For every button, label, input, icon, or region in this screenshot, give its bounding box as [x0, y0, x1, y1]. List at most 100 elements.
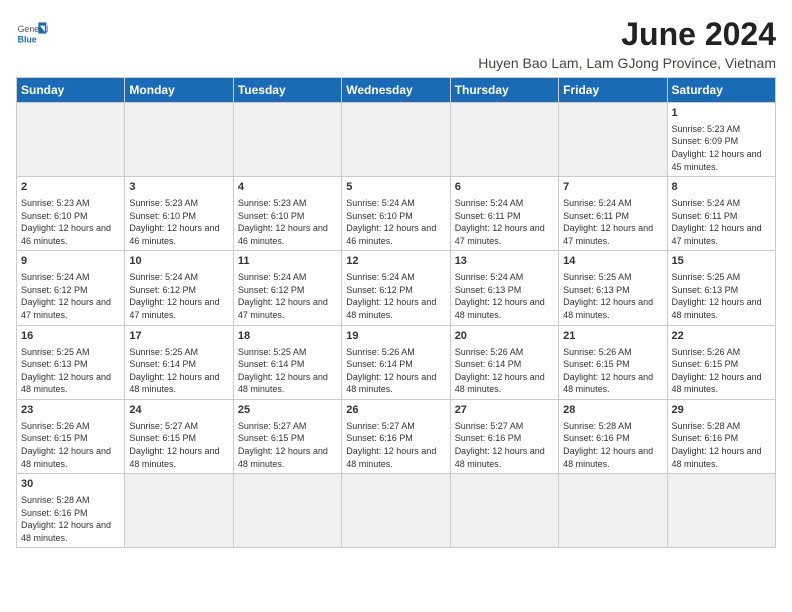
calendar-week-4: 23Sunrise: 5:26 AM Sunset: 6:15 PM Dayli… [17, 399, 776, 473]
col-header-wednesday: Wednesday [342, 78, 450, 103]
calendar-cell-0-2 [233, 103, 341, 177]
day-info: Sunrise: 5:24 AM Sunset: 6:12 PM Dayligh… [238, 271, 337, 321]
col-header-tuesday: Tuesday [233, 78, 341, 103]
calendar-week-0: 1 Sunrise: 5:23 AM Sunset: 6:09 PM Daylig… [17, 103, 776, 177]
calendar-cell-0-3 [342, 103, 450, 177]
day-info: Sunrise: 5:24 AM Sunset: 6:12 PM Dayligh… [21, 271, 120, 321]
day-info: Sunrise: 5:27 AM Sunset: 6:16 PM Dayligh… [455, 420, 554, 470]
day-info: Sunrise: 5:24 AM Sunset: 6:12 PM Dayligh… [346, 271, 445, 321]
day-info: Sunrise: 5:25 AM Sunset: 6:13 PM Dayligh… [21, 346, 120, 396]
day-info: Sunrise: 5:23 AM Sunset: 6:10 PM Dayligh… [21, 197, 120, 247]
logo: General Blue [16, 16, 48, 48]
day-info: Sunrise: 5:24 AM Sunset: 6:13 PM Dayligh… [455, 271, 554, 321]
calendar-cell-4-3: 26Sunrise: 5:27 AM Sunset: 6:16 PM Dayli… [342, 399, 450, 473]
calendar-header-row: SundayMondayTuesdayWednesdayThursdayFrid… [17, 78, 776, 103]
calendar-cell-1-4: 6Sunrise: 5:24 AM Sunset: 6:11 PM Daylig… [450, 177, 558, 251]
day-number: 21 [563, 329, 662, 344]
calendar-cell-0-6: 1 Sunrise: 5:23 AM Sunset: 6:09 PM Daylig… [667, 103, 775, 177]
calendar-cell-3-6: 22Sunrise: 5:26 AM Sunset: 6:15 PM Dayli… [667, 325, 775, 399]
day-number: 24 [129, 403, 228, 418]
subtitle: Huyen Bao Lam, Lam GJong Province, Vietn… [478, 55, 776, 71]
col-header-sunday: Sunday [17, 78, 125, 103]
calendar-week-5: 30Sunrise: 5:28 AM Sunset: 6:16 PM Dayli… [17, 474, 776, 548]
day-info: Sunrise: 5:28 AM Sunset: 6:16 PM Dayligh… [672, 420, 771, 470]
day-number: 13 [455, 254, 554, 269]
day-number: 8 [672, 180, 771, 195]
day-number: 7 [563, 180, 662, 195]
calendar-week-2: 9 Sunrise: 5:24 AM Sunset: 6:12 PM Daylig… [17, 251, 776, 325]
day-info: Sunrise: 5:26 AM Sunset: 6:14 PM Dayligh… [346, 346, 445, 396]
day-info: Sunrise: 5:26 AM Sunset: 6:15 PM Dayligh… [672, 346, 771, 396]
calendar-cell-5-6 [667, 474, 775, 548]
calendar-page: General Blue June 2024 Huyen Bao Lam, La… [0, 0, 792, 556]
day-info: Sunrise: 5:26 AM Sunset: 6:15 PM Dayligh… [21, 420, 120, 470]
calendar-week-3: 16Sunrise: 5:25 AM Sunset: 6:13 PM Dayli… [17, 325, 776, 399]
day-info: Sunrise: 5:24 AM Sunset: 6:10 PM Dayligh… [346, 197, 445, 247]
calendar-week-1: 2Sunrise: 5:23 AM Sunset: 6:10 PM Daylig… [17, 177, 776, 251]
calendar-cell-0-0 [17, 103, 125, 177]
day-info: Sunrise: 5:23 AM Sunset: 6:09 PM Dayligh… [672, 123, 771, 173]
day-number: 6 [455, 180, 554, 195]
calendar-cell-2-5: 14Sunrise: 5:25 AM Sunset: 6:13 PM Dayli… [559, 251, 667, 325]
day-number: 27 [455, 403, 554, 418]
day-info: Sunrise: 5:24 AM Sunset: 6:12 PM Dayligh… [129, 271, 228, 321]
day-number: 17 [129, 329, 228, 344]
calendar-cell-0-4 [450, 103, 558, 177]
day-number: 20 [455, 329, 554, 344]
day-info: Sunrise: 5:27 AM Sunset: 6:15 PM Dayligh… [238, 420, 337, 470]
header: General Blue June 2024 Huyen Bao Lam, La… [16, 16, 776, 71]
calendar-cell-4-4: 27 Sunrise: 5:27 AM Sunset: 6:16 PM Dayli… [450, 399, 558, 473]
day-number: 15 [672, 254, 771, 269]
day-number: 26 [346, 403, 445, 418]
day-number: 9 [21, 254, 120, 269]
day-info: Sunrise: 5:26 AM Sunset: 6:14 PM Dayligh… [455, 346, 554, 396]
calendar-cell-2-0: 9 Sunrise: 5:24 AM Sunset: 6:12 PM Daylig… [17, 251, 125, 325]
month-title: June 2024 [478, 16, 776, 53]
calendar-cell-5-3 [342, 474, 450, 548]
col-header-saturday: Saturday [667, 78, 775, 103]
calendar-cell-3-2: 18 Sunrise: 5:25 AM Sunset: 6:14 PM Dayli… [233, 325, 341, 399]
day-number: 11 [238, 254, 337, 269]
day-info: Sunrise: 5:27 AM Sunset: 6:15 PM Dayligh… [129, 420, 228, 470]
calendar-cell-3-3: 19 Sunrise: 5:26 AM Sunset: 6:14 PM Dayli… [342, 325, 450, 399]
calendar-cell-2-3: 12Sunrise: 5:24 AM Sunset: 6:12 PM Dayli… [342, 251, 450, 325]
calendar-cell-1-6: 8Sunrise: 5:24 AM Sunset: 6:11 PM Daylig… [667, 177, 775, 251]
svg-text:Blue: Blue [18, 34, 37, 44]
day-info: Sunrise: 5:28 AM Sunset: 6:16 PM Dayligh… [563, 420, 662, 470]
calendar-cell-1-1: 3 Sunrise: 5:23 AM Sunset: 6:10 PM Daylig… [125, 177, 233, 251]
col-header-thursday: Thursday [450, 78, 558, 103]
day-number: 10 [129, 254, 228, 269]
calendar-cell-3-4: 20 Sunrise: 5:26 AM Sunset: 6:14 PM Dayli… [450, 325, 558, 399]
day-number: 29 [672, 403, 771, 418]
day-number: 18 [238, 329, 337, 344]
day-info: Sunrise: 5:25 AM Sunset: 6:14 PM Dayligh… [238, 346, 337, 396]
calendar-cell-3-5: 21Sunrise: 5:26 AM Sunset: 6:15 PM Dayli… [559, 325, 667, 399]
day-info: Sunrise: 5:23 AM Sunset: 6:10 PM Dayligh… [129, 197, 228, 247]
day-info: Sunrise: 5:23 AM Sunset: 6:10 PM Dayligh… [238, 197, 337, 247]
calendar-cell-2-2: 11 Sunrise: 5:24 AM Sunset: 6:12 PM Dayli… [233, 251, 341, 325]
title-block: June 2024 Huyen Bao Lam, Lam GJong Provi… [478, 16, 776, 71]
calendar-cell-5-0: 30Sunrise: 5:28 AM Sunset: 6:16 PM Dayli… [17, 474, 125, 548]
calendar-cell-4-1: 24 Sunrise: 5:27 AM Sunset: 6:15 PM Dayli… [125, 399, 233, 473]
day-number: 19 [346, 329, 445, 344]
calendar-table: SundayMondayTuesdayWednesdayThursdayFrid… [16, 77, 776, 548]
calendar-cell-2-6: 15Sunrise: 5:25 AM Sunset: 6:13 PM Dayli… [667, 251, 775, 325]
day-info: Sunrise: 5:28 AM Sunset: 6:16 PM Dayligh… [21, 494, 120, 544]
day-info: Sunrise: 5:25 AM Sunset: 6:14 PM Dayligh… [129, 346, 228, 396]
calendar-cell-1-5: 7 Sunrise: 5:24 AM Sunset: 6:11 PM Daylig… [559, 177, 667, 251]
calendar-cell-2-1: 10 Sunrise: 5:24 AM Sunset: 6:12 PM Dayli… [125, 251, 233, 325]
day-info: Sunrise: 5:24 AM Sunset: 6:11 PM Dayligh… [563, 197, 662, 247]
day-number: 28 [563, 403, 662, 418]
calendar-cell-3-0: 16Sunrise: 5:25 AM Sunset: 6:13 PM Dayli… [17, 325, 125, 399]
col-header-friday: Friday [559, 78, 667, 103]
calendar-cell-1-3: 5Sunrise: 5:24 AM Sunset: 6:10 PM Daylig… [342, 177, 450, 251]
day-number: 1 [672, 106, 771, 121]
calendar-cell-5-2 [233, 474, 341, 548]
calendar-cell-0-1 [125, 103, 233, 177]
day-number: 14 [563, 254, 662, 269]
calendar-cell-4-0: 23Sunrise: 5:26 AM Sunset: 6:15 PM Dayli… [17, 399, 125, 473]
day-number: 3 [129, 180, 228, 195]
calendar-cell-4-5: 28 Sunrise: 5:28 AM Sunset: 6:16 PM Dayli… [559, 399, 667, 473]
calendar-cell-2-4: 13 Sunrise: 5:24 AM Sunset: 6:13 PM Dayli… [450, 251, 558, 325]
calendar-cell-5-1 [125, 474, 233, 548]
